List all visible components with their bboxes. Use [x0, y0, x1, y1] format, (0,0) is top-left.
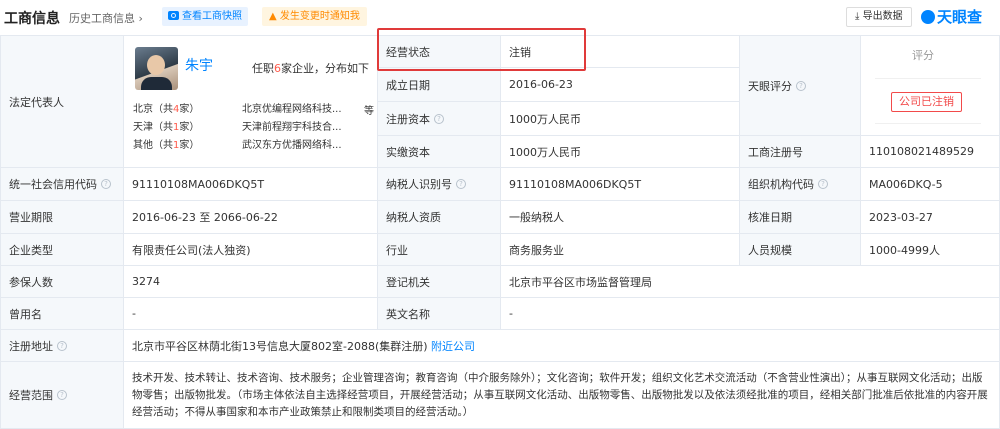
term-value: 2016-06-23 至 2066-06-22: [123, 200, 378, 234]
help-icon[interactable]: ?: [57, 340, 67, 351]
help-icon[interactable]: ?: [818, 179, 828, 189]
scope-value: 技术开发、技术转让、技术咨询、技术服务；企业管理咨询；教育咨询（中介服务除外）；…: [123, 361, 1000, 429]
industry-value: 商务服务业: [500, 233, 740, 266]
approve-value: 2023-03-27: [860, 200, 1000, 234]
staff-label: 人员规模: [739, 233, 861, 266]
help-icon[interactable]: ?: [434, 113, 444, 124]
legal-rep-cell: 朱宇 任职6家企业，分布如下 北京（共4家） 北京优编程网络科技... 天津（共1…: [123, 35, 378, 168]
avatar[interactable]: [135, 47, 178, 90]
addr-label: 注册地址?: [0, 329, 124, 362]
term-label: 营业期限: [0, 200, 124, 234]
more-text: 等: [364, 106, 374, 117]
legal-rep-label: 法定代表人: [0, 35, 124, 168]
help-icon[interactable]: ?: [57, 390, 67, 400]
deregistered-stamp: 公司已注销: [891, 92, 962, 112]
section-title: 工商信息: [4, 11, 60, 27]
notify-button[interactable]: ▲ 发生变更时通知我: [262, 7, 367, 26]
region-row[interactable]: 其他（共1家） 武汉东方优播网络科...: [133, 136, 342, 151]
former-label: 曾用名: [0, 297, 124, 330]
org-label: 组织机构代码?: [739, 167, 861, 201]
insured-value: 3274: [123, 265, 378, 298]
approve-label: 核准日期: [739, 200, 861, 234]
scope-label: 经营范围?: [0, 361, 124, 429]
info-table: 法定代表人 朱宇 任职6家企业，分布如下 北京（共4家） 北京优编程网络科技...…: [0, 35, 1000, 429]
export-button[interactable]: ⤓ 导出数据: [846, 7, 912, 27]
history-link[interactable]: 历史工商信息 ›: [69, 10, 143, 26]
credit-value: 91110108MA006DKQ5T: [123, 167, 378, 201]
tianyancha-logo: 天眼查: [921, 6, 982, 27]
taxq-value: 一般纳税人: [500, 200, 740, 234]
help-icon[interactable]: ?: [456, 179, 466, 189]
legal-rep-positions: 任职6家企业，分布如下: [252, 62, 369, 75]
en-value: -: [500, 297, 1000, 330]
taxq-label: 纳税人资质: [377, 200, 501, 234]
regno-value: 110108021489529: [860, 135, 1000, 168]
org-value: MA006DKQ-5: [860, 167, 1000, 201]
type-label: 企业类型: [0, 233, 124, 266]
bell-icon: ▲: [269, 11, 280, 22]
taxid-value: 91110108MA006DKQ5T: [500, 167, 740, 201]
snapshot-button[interactable]: 查看工商快照: [162, 7, 248, 26]
logo-icon: [921, 10, 935, 24]
taxid-label: 纳税人识别号?: [377, 167, 501, 201]
found-value: 2016-06-23: [500, 67, 740, 102]
former-value: -: [123, 297, 378, 330]
paid-label: 实缴资本: [377, 135, 501, 168]
nearby-companies-link[interactable]: 附近公司: [431, 338, 475, 354]
credit-label: 统一社会信用代码?: [0, 167, 124, 201]
authority-value: 北京市平谷区市场监督管理局: [500, 265, 1000, 298]
en-label: 英文名称: [377, 297, 501, 330]
region-row[interactable]: 北京（共4家） 北京优编程网络科技...: [133, 100, 342, 115]
status-highlight-box: [377, 28, 586, 71]
type-value: 有限责任公司(法人独资): [123, 233, 378, 266]
camera-icon: [168, 11, 179, 20]
capital-label: 注册资本?: [377, 101, 501, 136]
regno-label: 工商注册号: [739, 135, 861, 168]
capital-value: 1000万人民币: [500, 101, 740, 136]
help-icon[interactable]: ?: [796, 80, 806, 91]
score-title: 评分: [912, 49, 934, 62]
download-icon: ⤓: [855, 11, 863, 22]
score-label: 天眼评分?: [739, 35, 861, 136]
paid-value: 1000万人民币: [500, 135, 740, 168]
legal-rep-name[interactable]: 朱宇: [185, 55, 213, 75]
found-label: 成立日期: [377, 67, 501, 102]
insured-label: 参保人数: [0, 265, 124, 298]
addr-value: 北京市平谷区林荫北街13号信息大厦802室-2088(集群注册) 附近公司: [123, 329, 1000, 362]
staff-value: 1000-4999人: [860, 233, 1000, 266]
help-icon[interactable]: ?: [101, 179, 111, 189]
region-row[interactable]: 天津（共1家） 天津前程翔宇科技合...: [133, 118, 342, 133]
authority-label: 登记机关: [377, 265, 501, 298]
industry-label: 行业: [377, 233, 501, 266]
